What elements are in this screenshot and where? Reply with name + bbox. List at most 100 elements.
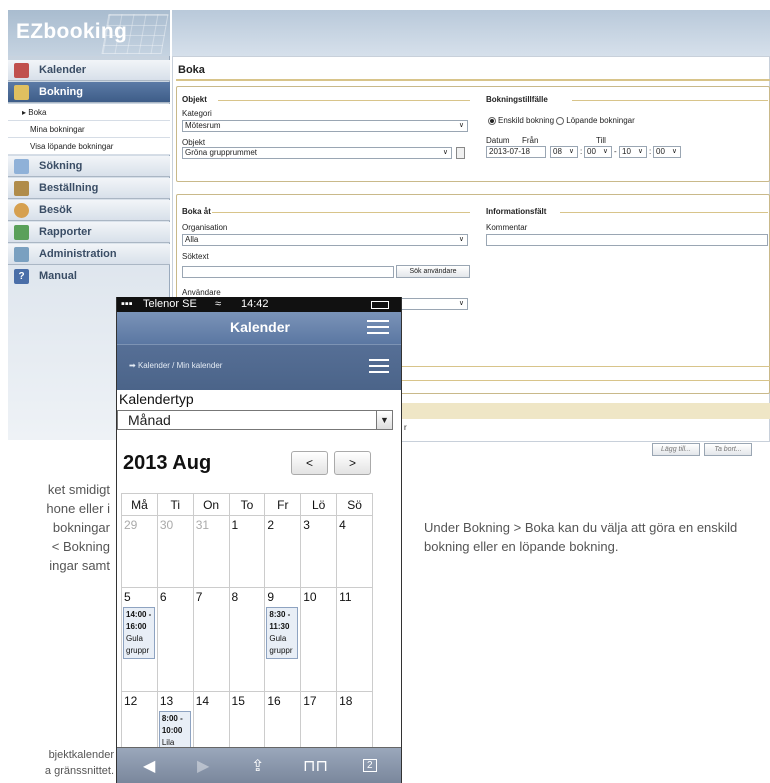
- soktext-input[interactable]: [182, 266, 394, 278]
- subitem-label: Visa löpande bokningar: [30, 142, 114, 151]
- prev-month-button[interactable]: <: [291, 451, 328, 475]
- calendar-event[interactable]: 14:00 - 16:00 Gula gruppr: [123, 607, 155, 659]
- radio-button[interactable]: [488, 116, 496, 125]
- divider: [176, 79, 770, 81]
- event-title: Gula gruppr: [126, 634, 150, 655]
- subitem-mina-bokningar[interactable]: Mina bokningar: [8, 121, 170, 138]
- visitor-icon: [14, 203, 29, 218]
- sidebar-item-kalender[interactable]: Kalender: [8, 60, 170, 81]
- day-cell[interactable]: 30: [156, 515, 194, 588]
- weekday-header: Må: [121, 493, 158, 516]
- sidebar-item-manual[interactable]: ? Manual: [8, 266, 170, 287]
- day-cell[interactable]: 5 14:00 - 16:00 Gula gruppr: [121, 587, 158, 692]
- sidebar-item-bestallning[interactable]: Beställning: [8, 178, 170, 199]
- organisation-select[interactable]: Alla: [182, 234, 468, 246]
- objekt-heading: Objekt: [182, 95, 207, 104]
- tabs-icon[interactable]: 2: [363, 759, 377, 772]
- sidebar-item-besok[interactable]: Besök: [8, 200, 170, 221]
- subitem-label: Mina bokningar: [30, 125, 85, 134]
- nav-title: Kalender: [230, 319, 290, 335]
- kategori-value: Mötesrum: [185, 121, 221, 130]
- datum-label: Datum: [486, 136, 510, 145]
- help-icon: ?: [14, 269, 29, 284]
- tabs-count: 2: [367, 760, 373, 771]
- share-icon[interactable]: ⇪: [251, 756, 264, 776]
- para-line: ingar samt: [49, 558, 110, 573]
- clock: 14:42: [241, 298, 269, 310]
- dropdown-arrow-icon: ▼: [376, 411, 392, 429]
- day-cell[interactable]: 4: [336, 515, 373, 588]
- forward-icon[interactable]: ▶: [197, 756, 209, 776]
- bokningstillfalle-heading: Bokningstillfälle: [486, 95, 548, 104]
- day-cell[interactable]: 29: [121, 515, 158, 588]
- sidebar-item-rapporter[interactable]: Rapporter: [8, 222, 170, 243]
- time-separator: :: [580, 147, 583, 156]
- day-cell[interactable]: 2: [264, 515, 302, 588]
- kategori-select[interactable]: Mötesrum: [182, 120, 468, 132]
- day-cell[interactable]: 11: [336, 587, 373, 692]
- objekt-label: Objekt: [182, 138, 206, 147]
- remove-button[interactable]: Ta bort...: [704, 443, 752, 456]
- day-cell[interactable]: 8: [228, 587, 266, 692]
- signal-icon: ▪▪▪: [121, 298, 133, 310]
- calendar-decoration: [101, 14, 169, 54]
- sidebar-item-label: Besök: [39, 204, 73, 216]
- sidebar-item-bokning[interactable]: Bokning: [8, 82, 170, 103]
- divider: [402, 366, 770, 367]
- till-min-value: 00: [656, 147, 665, 156]
- object-info-icon[interactable]: [456, 147, 465, 159]
- mobile-screenshot: ▪▪▪ Telenor SE ≈ 14:42 Kalender ➡ Kalend…: [116, 297, 402, 783]
- boka-at-heading: Boka åt: [182, 207, 211, 216]
- back-icon[interactable]: ◀: [143, 756, 155, 776]
- sidebar-item-label: Beställning: [39, 182, 99, 194]
- weekday-header: Lö: [300, 493, 338, 516]
- fran-hour-select[interactable]: 08: [550, 146, 578, 158]
- till-hour-select[interactable]: 10: [619, 146, 647, 158]
- subitem-visa-lopande[interactable]: Visa löpande bokningar: [8, 138, 170, 155]
- till-min-select[interactable]: 00: [653, 146, 681, 158]
- kalendertyp-label: Kalendertyp: [119, 391, 194, 407]
- day-cell[interactable]: 9 8:30 - 11:30 Gula gruppr: [264, 587, 302, 692]
- day-cell[interactable]: 7: [192, 587, 230, 692]
- para-line: bokningar: [52, 520, 110, 535]
- kalendertyp-value: Månad: [128, 412, 171, 428]
- weekday-header: To: [228, 493, 266, 516]
- fran-min-select[interactable]: 00: [584, 146, 612, 158]
- day-cell[interactable]: 6: [156, 587, 194, 692]
- kalendertyp-select[interactable]: Månad ▼: [117, 410, 393, 430]
- divider: [212, 212, 470, 213]
- next-month-button[interactable]: >: [334, 451, 371, 475]
- day-cell[interactable]: 10: [300, 587, 338, 692]
- radio-enskild[interactable]: Enskild bokning Löpande bokningar: [488, 116, 635, 125]
- list-menu-icon[interactable]: [369, 359, 389, 375]
- search-user-button[interactable]: Sök användare: [396, 265, 470, 278]
- calendar-event[interactable]: 8:30 - 11:30 Gula gruppr: [266, 607, 299, 659]
- day-cell[interactable]: 3: [300, 515, 338, 588]
- list-header-bar: [402, 403, 770, 419]
- menu-icon[interactable]: [367, 320, 389, 336]
- radio-button[interactable]: [556, 116, 565, 125]
- bookmarks-icon[interactable]: ⊓⊓: [303, 756, 328, 776]
- objekt-select[interactable]: Gröna grupprummet: [182, 147, 452, 159]
- till-label: Till: [596, 136, 606, 145]
- subitem-boka[interactable]: ▸ Boka: [8, 104, 170, 121]
- add-button[interactable]: Lägg till...: [652, 443, 700, 456]
- sidebar-item-administration[interactable]: Administration: [8, 244, 170, 265]
- day-cell[interactable]: 1: [228, 515, 266, 588]
- sidebar-item-sokning[interactable]: Sökning: [8, 156, 170, 177]
- kommentar-input[interactable]: [486, 234, 768, 246]
- breadcrumb[interactable]: ➡ Kalender / Min kalender: [117, 344, 401, 390]
- datum-input[interactable]: 2013-07-18: [486, 146, 546, 158]
- top-banner: [172, 10, 770, 56]
- footnote-line: bjektkalender: [48, 749, 114, 761]
- calendar-icon: [14, 63, 29, 78]
- month-calendar: Må Ti On To Fr Lö Sö 29 30 31 1 2 3 4 51…: [121, 493, 373, 772]
- anvandare-select[interactable]: [400, 298, 468, 310]
- para-line: ket smidigt: [47, 482, 110, 497]
- day-number: 9: [267, 590, 275, 604]
- left-paragraph: ket smidigt hone eller i bokningar Bokni…: [46, 480, 110, 575]
- kommentar-label: Kommentar: [486, 223, 528, 232]
- organisation-value: Alla: [185, 235, 199, 244]
- radio-label: Enskild bokning: [498, 116, 555, 125]
- day-cell[interactable]: 31: [192, 515, 230, 588]
